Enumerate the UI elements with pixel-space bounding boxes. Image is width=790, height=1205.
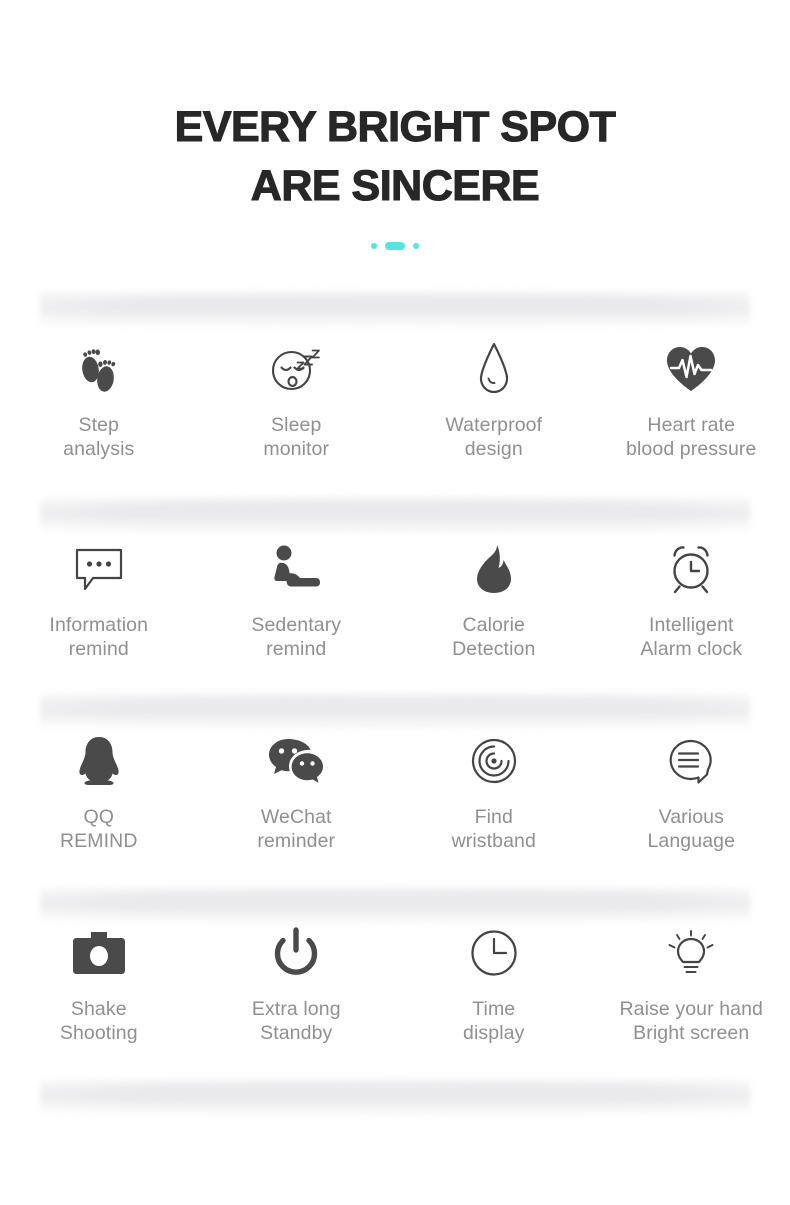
camera-icon [71,922,127,984]
qq-penguin-icon [75,730,123,792]
speech-bubble-dots-icon [73,538,125,600]
title-divider-dots [0,241,790,250]
feature-label: Waterproof design [445,414,543,460]
speech-bubble-lines-icon [665,730,717,792]
feature-cell-heart-rate-blood-pressure[interactable]: Heart rate blood pressure [593,338,790,462]
separator-band-5 [26,1076,764,1118]
feature-label: Calorie Detection [452,614,536,660]
wechat-bubbles-icon [267,730,325,792]
feature-label: QQ REMIND [59,806,138,852]
separator-band-3 [26,690,764,732]
feature-label: Step analysis [63,414,135,460]
alarm-clock-icon [664,538,718,600]
feature-label: Time display [463,998,525,1044]
feature-cell-extra-long-standby[interactable]: Extra long Standby [198,922,396,1046]
feature-label: Find wristband [451,806,536,852]
find-wristband-icon [468,730,520,792]
feature-label: WeChat reminder [257,806,336,852]
separator-band-4 [26,884,764,926]
feature-cell-find-wristband[interactable]: Find wristband [395,730,593,854]
sleeping-face-icon [266,338,326,400]
feature-cell-qq-remind[interactable]: QQ REMIND [0,730,198,854]
feature-label: Various Language [647,806,736,852]
feature-cell-step-analysis[interactable]: Step analysis [0,338,198,462]
feature-cell-various-language[interactable]: Various Language [593,730,790,854]
divider-dot-small-right [413,242,419,249]
feature-label: Extra long Standby [251,998,341,1044]
light-bulb-icon [664,922,718,984]
feature-label: Sleep monitor [263,414,330,460]
footprints-icon [71,338,127,400]
feature-label: Intelligent Alarm clock [640,614,743,660]
feature-label: Sedentary remind [251,614,342,660]
feature-label: Raise your hand Bright screen [619,998,763,1044]
heart-pulse-icon [664,338,718,400]
page-header: EVERY BRIGHT SPOT ARE SINCERE [0,0,790,250]
feature-cell-raise-hand-bright-screen[interactable]: Raise your hand Bright screen [593,922,790,1046]
feature-label: Information remind [49,614,149,660]
flame-icon [473,538,515,600]
separator-band-2 [26,494,764,536]
feature-row-1: Step analysis Sleep monitor Waterproof d… [0,338,790,462]
power-icon [272,922,320,984]
feature-cell-sleep-monitor[interactable]: Sleep monitor [198,338,396,462]
separator-band-1 [26,288,764,330]
water-drop-icon [474,338,514,400]
feature-row-4: Shake Shooting Extra long Standby Time d… [0,922,790,1046]
feature-cell-sedentary-remind[interactable]: Sedentary remind [198,538,396,662]
sitting-person-icon [269,538,323,600]
divider-dash-center [385,241,405,250]
feature-cell-time-display[interactable]: Time display [395,922,593,1046]
feature-cell-wechat-reminder[interactable]: WeChat reminder [198,730,396,854]
feature-label: Shake Shooting [59,998,138,1044]
clock-icon [469,922,519,984]
feature-cell-shake-shooting[interactable]: Shake Shooting [0,922,198,1046]
page-title-line-2: ARE SINCERE [250,162,540,211]
feature-cell-waterproof-design[interactable]: Waterproof design [395,338,593,462]
feature-cell-calorie-detection[interactable]: Calorie Detection [395,538,593,662]
feature-label: Heart rate blood pressure [626,414,757,460]
feature-page: EVERY BRIGHT SPOT ARE SINCERE Step analy… [0,0,790,1205]
divider-dot-small-left [371,242,377,249]
feature-row-2: Information remind Sedentary remind Calo… [0,538,790,662]
feature-cell-intelligent-alarm-clock[interactable]: Intelligent Alarm clock [593,538,790,662]
page-title-line-1: EVERY BRIGHT SPOT [174,102,616,151]
feature-cell-information-remind[interactable]: Information remind [0,538,198,662]
feature-row-3: QQ REMIND WeChat reminder Find wristband… [0,730,790,854]
